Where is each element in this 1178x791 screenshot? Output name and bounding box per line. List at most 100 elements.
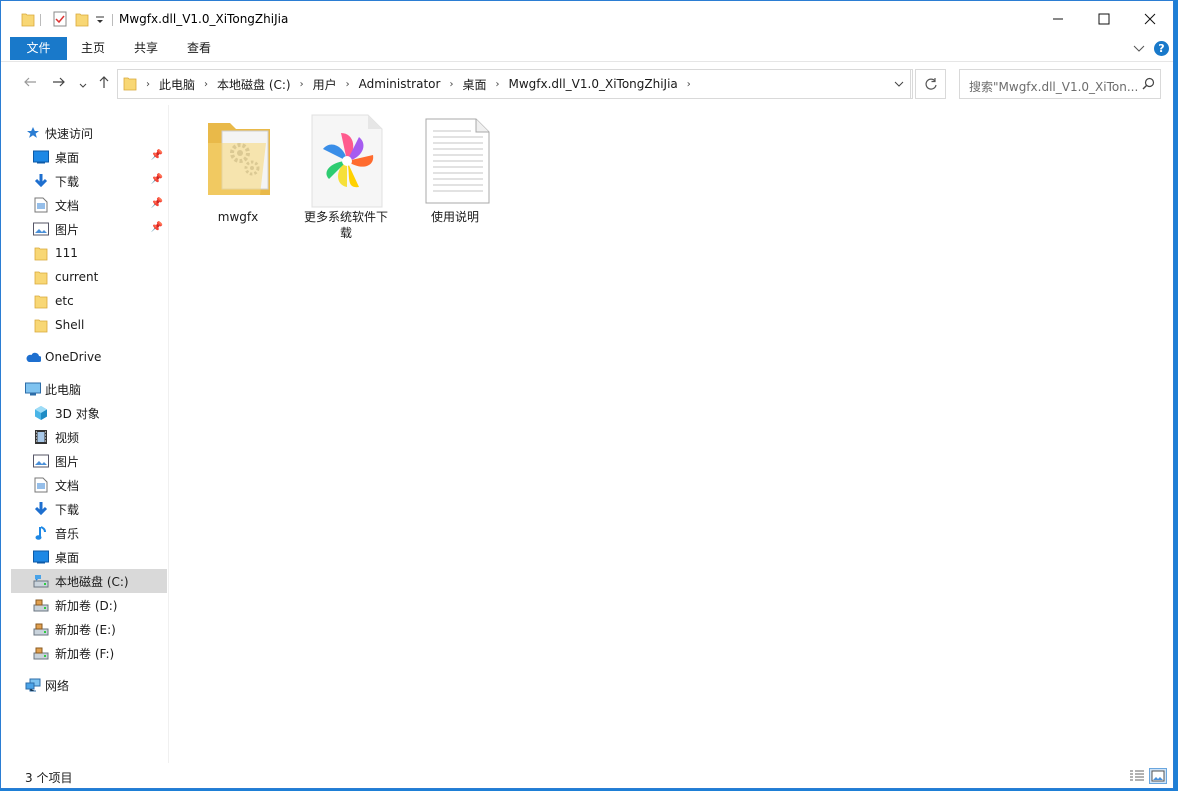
sidebar-item-volume-d[interactable]: 新加卷 (D:) <box>33 593 167 617</box>
folder-icon <box>194 113 282 209</box>
sidebar-item-3d-objects[interactable]: 3D 对象 <box>33 401 167 425</box>
sidebar-item-label: Shell <box>55 318 85 332</box>
cube-icon <box>33 405 49 421</box>
pin-icon[interactable]: 📌 <box>151 222 163 233</box>
details-view-icon <box>1130 770 1144 781</box>
sidebar-item-downloads[interactable]: 下载 📌 <box>33 169 167 193</box>
properties-icon[interactable] <box>53 11 67 29</box>
sidebar-item-desktop[interactable]: 桌面 📌 <box>33 145 167 169</box>
chevron-right-icon[interactable]: › <box>201 79 211 90</box>
network-icon <box>25 677 41 693</box>
app-icon <box>302 113 390 209</box>
sidebar-item-shell[interactable]: Shell <box>33 313 167 337</box>
sidebar-item-music[interactable]: 音乐 <box>33 521 167 545</box>
breadcrumb-this-pc[interactable]: 此电脑 <box>153 76 201 93</box>
music-icon <box>33 525 49 541</box>
sidebar-item-pictures[interactable]: 图片 📌 <box>33 217 167 241</box>
help-icon[interactable]: ? <box>1154 41 1169 56</box>
file-item-readme[interactable]: 使用说明 <box>409 113 501 225</box>
sidebar-item-current[interactable]: current <box>33 265 167 289</box>
address-history-button[interactable] <box>887 69 911 99</box>
close-button[interactable] <box>1127 1 1173 37</box>
tab-home[interactable]: 主页 <box>69 37 117 60</box>
customize-quick-access-icon[interactable] <box>95 13 105 31</box>
chevron-right-icon[interactable]: › <box>343 79 353 90</box>
back-button[interactable] <box>23 75 37 93</box>
pin-icon[interactable]: 📌 <box>151 174 163 185</box>
sidebar-item-this-pc[interactable]: 此电脑 <box>25 377 167 401</box>
refresh-icon <box>924 78 937 90</box>
sidebar-item-label: 此电脑 <box>45 382 82 397</box>
large-icons-view-button[interactable] <box>1149 768 1167 784</box>
address-bar[interactable]: › 此电脑 › 本地磁盘 (C:) › 用户 › Administrator ›… <box>117 69 913 99</box>
minimize-button[interactable] <box>1035 1 1081 37</box>
sidebar-item-desktop-pc[interactable]: 桌面 <box>33 545 167 569</box>
pin-icon[interactable]: 📌 <box>151 198 163 209</box>
sidebar-item-etc[interactable]: etc <box>33 289 167 313</box>
search-input[interactable]: 搜索"Mwgfx.dll_V1.0_XiTon... <box>959 69 1161 99</box>
tab-file[interactable]: 文件 <box>10 37 67 60</box>
recent-locations-button[interactable] <box>79 78 87 94</box>
sidebar-item-pictures-pc[interactable]: 图片 <box>33 449 167 473</box>
maximize-icon <box>1098 13 1110 25</box>
chevron-down-icon <box>894 81 903 87</box>
sidebar-item-local-disk-c[interactable]: 本地磁盘 (C:) <box>11 569 167 593</box>
breadcrumb-current-folder[interactable]: Mwgfx.dll_V1.0_XiTongZhiJia <box>502 77 683 91</box>
cloud-icon <box>25 349 41 365</box>
chevron-right-icon[interactable]: › <box>297 79 307 90</box>
file-item-more-software[interactable]: 更多系统软件下载 <box>300 113 392 241</box>
window-title: Mwgfx.dll_V1.0_XiTongZhiJia <box>119 12 289 26</box>
sidebar-item-label: etc <box>55 294 74 308</box>
title-bar: Mwgfx.dll_V1.0_XiTongZhiJia <box>1 1 1173 37</box>
chevron-right-icon[interactable]: › <box>492 79 502 90</box>
drive-icon <box>33 573 49 589</box>
sidebar-item-label: 网络 <box>45 678 70 693</box>
sidebar-item-111[interactable]: 111 <box>33 241 167 265</box>
details-view-button[interactable] <box>1127 768 1145 784</box>
sidebar-item-onedrive[interactable]: OneDrive <box>25 345 167 369</box>
chevron-right-icon[interactable]: › <box>684 79 694 90</box>
sidebar-item-videos[interactable]: 视频 <box>33 425 167 449</box>
arrow-up-icon <box>99 76 109 88</box>
sidebar-item-documents-pc[interactable]: 文档 <box>33 473 167 497</box>
sidebar-item-network[interactable]: 网络 <box>25 673 167 697</box>
breadcrumb-desktop[interactable]: 桌面 <box>456 76 492 93</box>
refresh-button[interactable] <box>915 69 946 99</box>
maximize-button[interactable] <box>1081 1 1127 37</box>
new-folder-icon[interactable] <box>75 11 89 29</box>
item-count: 3 个项目 <box>25 771 73 785</box>
search-icon <box>1142 77 1155 93</box>
file-name: 使用说明 <box>430 210 479 224</box>
star-icon <box>25 125 41 141</box>
sidebar-item-label: 图片 <box>55 454 80 469</box>
sidebar-item-label: 新加卷 (D:) <box>55 598 118 613</box>
sidebar-item-downloads-pc[interactable]: 下载 <box>33 497 167 521</box>
file-item-mwgfx[interactable]: mwgfx <box>192 113 284 225</box>
picture-icon <box>33 453 49 469</box>
chevron-right-icon[interactable]: › <box>446 79 456 90</box>
divider <box>40 14 41 26</box>
breadcrumb-users[interactable]: 用户 <box>307 76 343 93</box>
arrow-left-icon <box>24 77 36 87</box>
sidebar-item-label: 本地磁盘 (C:) <box>55 574 129 589</box>
breadcrumb-administrator[interactable]: Administrator <box>353 77 447 91</box>
sidebar-item-documents[interactable]: 文档 📌 <box>33 193 167 217</box>
chevron-right-icon[interactable]: › <box>143 79 153 90</box>
sidebar-item-label: 桌面 <box>55 550 80 565</box>
sidebar-item-volume-e[interactable]: 新加卷 (E:) <box>33 617 167 641</box>
up-button[interactable] <box>97 75 111 93</box>
forward-button[interactable] <box>52 75 66 93</box>
document-icon <box>33 197 49 213</box>
sidebar-item-quick-access[interactable]: 快速访问 <box>25 121 181 145</box>
expand-ribbon-icon[interactable] <box>1133 43 1145 57</box>
file-name: mwgfx <box>217 210 259 224</box>
folder-icon <box>33 269 49 285</box>
sidebar-item-volume-f[interactable]: 新加卷 (F:) <box>33 641 167 665</box>
folder-icon <box>123 75 137 94</box>
tab-share[interactable]: 共享 <box>122 37 170 60</box>
breadcrumb-local-disk[interactable]: 本地磁盘 (C:) <box>211 76 297 93</box>
download-icon <box>33 173 49 189</box>
pin-icon[interactable]: 📌 <box>151 150 163 161</box>
navigation-bar: › 此电脑 › 本地磁盘 (C:) › 用户 › Administrator ›… <box>1 61 1173 105</box>
tab-view[interactable]: 查看 <box>175 37 223 60</box>
